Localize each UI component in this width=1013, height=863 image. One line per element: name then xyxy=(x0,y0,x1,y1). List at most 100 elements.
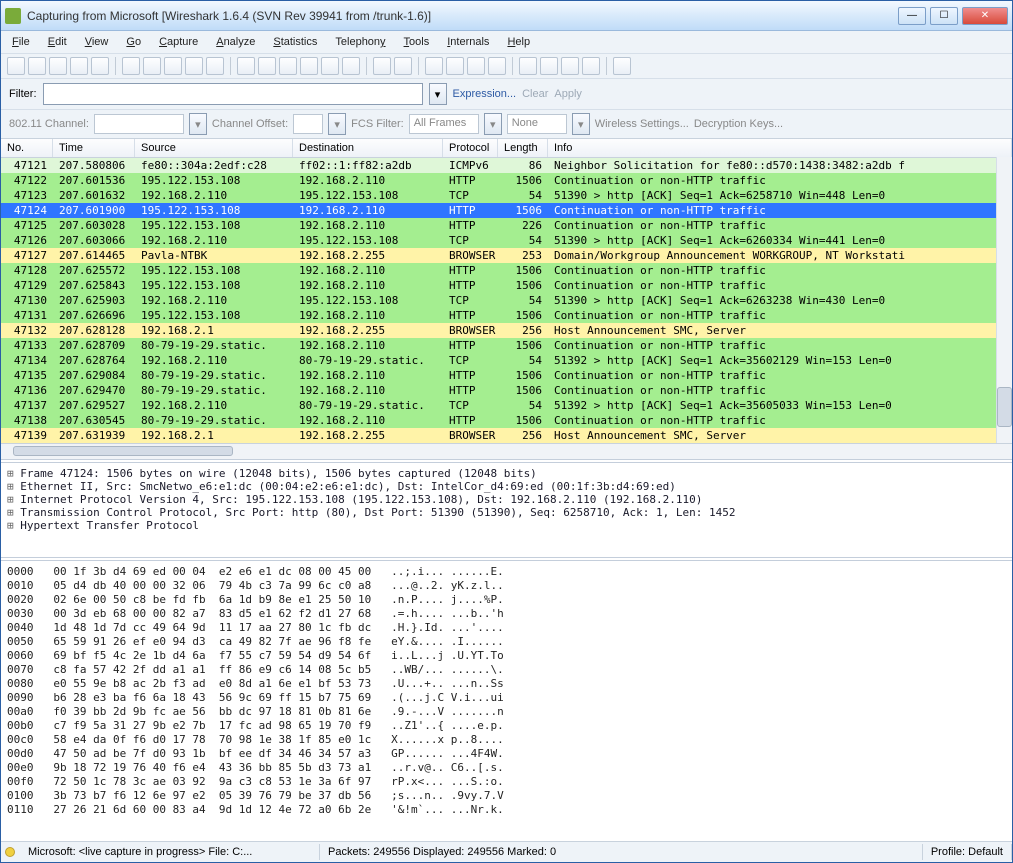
packet-row[interactable]: 47133207.62870980-79-19-29.static.192.16… xyxy=(1,338,1012,353)
col-protocol[interactable]: Protocol xyxy=(443,139,498,157)
cell-info: 51392 > http [ACK] Seq=1 Ack=35605033 Wi… xyxy=(548,398,1012,413)
tb-save-icon[interactable] xyxy=(143,57,161,75)
wireless-settings-link[interactable]: Wireless Settings... xyxy=(595,118,689,130)
tb-open-icon[interactable] xyxy=(122,57,140,75)
tb-options-icon[interactable] xyxy=(28,57,46,75)
tb-next-icon[interactable] xyxy=(279,57,297,75)
tb-close-icon[interactable] xyxy=(164,57,182,75)
apply-link[interactable]: Apply xyxy=(554,88,582,100)
tb-stop-icon[interactable] xyxy=(70,57,88,75)
h-scrollbar[interactable] xyxy=(1,443,1012,459)
decryption-keys-link[interactable]: Decryption Keys... xyxy=(694,118,783,130)
detail-line[interactable]: Frame 47124: 1506 bytes on wire (12048 b… xyxy=(7,467,1006,480)
packet-row[interactable]: 47128207.625572195.122.153.108192.168.2.… xyxy=(1,263,1012,278)
tb-prev-icon[interactable] xyxy=(258,57,276,75)
packet-row[interactable]: 47126207.603066192.168.2.110195.122.153.… xyxy=(1,233,1012,248)
packet-row[interactable]: 47139207.631939192.168.2.1192.168.2.255B… xyxy=(1,428,1012,443)
tb-print-icon[interactable] xyxy=(206,57,224,75)
cell-proto: HTTP xyxy=(443,203,498,218)
packet-row[interactable]: 47137207.629527192.168.2.11080-79-19-29.… xyxy=(1,398,1012,413)
detail-line[interactable]: Ethernet II, Src: SmcNetwo_e6:e1:dc (00:… xyxy=(7,480,1006,493)
filter-bar: Filter: ▾ Expression... Clear Apply xyxy=(1,79,1012,110)
channel-dropdown[interactable]: ▾ xyxy=(189,113,207,135)
minimize-button[interactable]: — xyxy=(898,7,926,25)
tb-prefs-icon[interactable] xyxy=(582,57,600,75)
tb-goto-icon[interactable] xyxy=(300,57,318,75)
cell-len: 253 xyxy=(498,248,548,263)
tb-zoom100-icon[interactable] xyxy=(467,57,485,75)
packet-row[interactable]: 47124207.601900195.122.153.108192.168.2.… xyxy=(1,203,1012,218)
packet-row[interactable]: 47132207.628128192.168.2.1192.168.2.255B… xyxy=(1,323,1012,338)
tb-display-filters-icon[interactable] xyxy=(540,57,558,75)
tb-find-icon[interactable] xyxy=(237,57,255,75)
packet-row[interactable]: 47131207.626696195.122.153.108192.168.2.… xyxy=(1,308,1012,323)
col-time[interactable]: Time xyxy=(53,139,135,157)
packet-list-body[interactable]: 47121207.580806fe80::304a:2edf:c28ff02::… xyxy=(1,158,1012,443)
tb-colorize-icon[interactable] xyxy=(373,57,391,75)
detail-line[interactable]: Hypertext Transfer Protocol xyxy=(7,519,1006,532)
tb-first-icon[interactable] xyxy=(321,57,339,75)
menu-statistics[interactable]: Statistics xyxy=(266,33,324,51)
menu-help[interactable]: Help xyxy=(500,33,537,51)
tb-resize-cols-icon[interactable] xyxy=(488,57,506,75)
none-dropdown[interactable]: ▾ xyxy=(572,113,590,135)
cell-src: 195.122.153.108 xyxy=(135,263,293,278)
none-select[interactable]: None xyxy=(507,114,567,134)
fcs-dropdown[interactable]: ▾ xyxy=(484,113,502,135)
detail-line[interactable]: Internet Protocol Version 4, Src: 195.12… xyxy=(7,493,1006,506)
menu-file[interactable]: File xyxy=(5,33,37,51)
col-source[interactable]: Source xyxy=(135,139,293,157)
packet-row[interactable]: 47122207.601536195.122.153.108192.168.2.… xyxy=(1,173,1012,188)
filter-dropdown-button[interactable]: ▾ xyxy=(429,83,447,105)
col-no[interactable]: No. xyxy=(1,139,53,157)
packet-row[interactable]: 47130207.625903192.168.2.110195.122.153.… xyxy=(1,293,1012,308)
col-destination[interactable]: Destination xyxy=(293,139,443,157)
menu-internals[interactable]: Internals xyxy=(440,33,496,51)
packet-row[interactable]: 47129207.625843195.122.153.108192.168.2.… xyxy=(1,278,1012,293)
tb-start-icon[interactable] xyxy=(49,57,67,75)
packet-row[interactable]: 47135207.62908480-79-19-29.static.192.16… xyxy=(1,368,1012,383)
packet-bytes[interactable]: 0000 00 1f 3b d4 69 ed 00 04 e2 e6 e1 dc… xyxy=(1,561,1012,841)
tb-coloring-rules-icon[interactable] xyxy=(561,57,579,75)
tb-autoscroll-icon[interactable] xyxy=(394,57,412,75)
packet-row[interactable]: 47121207.580806fe80::304a:2edf:c28ff02::… xyxy=(1,158,1012,173)
menu-tools[interactable]: Tools xyxy=(397,33,437,51)
v-scrollbar[interactable] xyxy=(996,157,1012,443)
packet-row[interactable]: 47136207.62947080-79-19-29.static.192.16… xyxy=(1,383,1012,398)
tb-zoomin-icon[interactable] xyxy=(425,57,443,75)
menu-capture[interactable]: Capture xyxy=(152,33,205,51)
fcs-select[interactable]: All Frames xyxy=(409,114,479,134)
maximize-button[interactable]: ☐ xyxy=(930,7,958,25)
menu-analyze[interactable]: Analyze xyxy=(209,33,262,51)
menu-edit[interactable]: Edit xyxy=(41,33,74,51)
menu-go[interactable]: Go xyxy=(119,33,148,51)
packet-row[interactable]: 47123207.601632192.168.2.110195.122.153.… xyxy=(1,188,1012,203)
close-button[interactable]: ✕ xyxy=(962,7,1008,25)
tb-last-icon[interactable] xyxy=(342,57,360,75)
packet-row[interactable]: 47138207.63054580-79-19-29.static.192.16… xyxy=(1,413,1012,428)
tb-restart-icon[interactable] xyxy=(91,57,109,75)
offset-dropdown[interactable]: ▾ xyxy=(328,113,346,135)
expression-link[interactable]: Expression... xyxy=(453,88,517,100)
tb-help-icon[interactable] xyxy=(613,57,631,75)
tb-capture-filters-icon[interactable] xyxy=(519,57,537,75)
offset-select[interactable] xyxy=(293,114,323,134)
tb-reload-icon[interactable] xyxy=(185,57,203,75)
detail-line[interactable]: Transmission Control Protocol, Src Port:… xyxy=(7,506,1006,519)
status-profile[interactable]: Profile: Default xyxy=(923,844,1012,860)
clear-link[interactable]: Clear xyxy=(522,88,548,100)
tb-zoomout-icon[interactable] xyxy=(446,57,464,75)
tb-interfaces-icon[interactable] xyxy=(7,57,25,75)
menu-view[interactable]: View xyxy=(78,33,116,51)
channel-select[interactable] xyxy=(94,114,184,134)
col-info[interactable]: Info xyxy=(548,139,1012,157)
packet-row[interactable]: 47134207.628764192.168.2.11080-79-19-29.… xyxy=(1,353,1012,368)
packet-row[interactable]: 47125207.603028195.122.153.108192.168.2.… xyxy=(1,218,1012,233)
filter-input[interactable] xyxy=(43,83,423,105)
packet-details[interactable]: Frame 47124: 1506 bytes on wire (12048 b… xyxy=(1,463,1012,561)
menu-telephony[interactable]: Telephony xyxy=(328,33,392,51)
col-length[interactable]: Length xyxy=(498,139,548,157)
cell-info: 51390 > http [ACK] Seq=1 Ack=6258710 Win… xyxy=(548,188,1012,203)
cell-time: 207.601632 xyxy=(53,188,135,203)
packet-row[interactable]: 47127207.614465Pavla-NTBK192.168.2.255BR… xyxy=(1,248,1012,263)
